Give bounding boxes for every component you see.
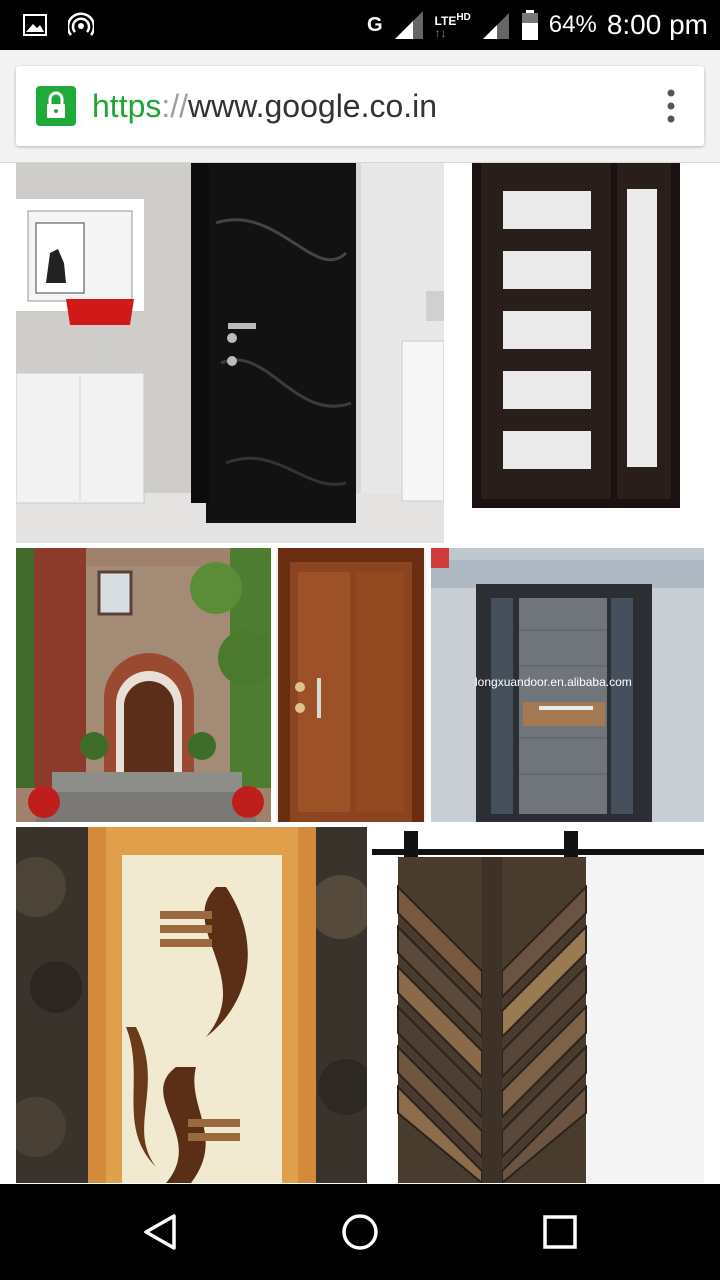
image-results-grid: longxuandoor.en.alibaba.com (0, 163, 720, 1183)
home-icon[interactable] (336, 1208, 384, 1256)
image-result[interactable] (445, 163, 704, 543)
image-notification-icon (23, 14, 47, 36)
door-image (16, 827, 367, 1183)
network-type: G (366, 13, 383, 36)
image-result[interactable] (372, 827, 704, 1183)
door-image: longxuandoor.en.alibaba.com (431, 548, 704, 822)
battery-percent: 64% (548, 11, 597, 38)
image-result[interactable]: longxuandoor.en.alibaba.com (431, 548, 704, 822)
lock-icon[interactable] (36, 86, 76, 126)
battery-icon (521, 10, 538, 40)
door-image (16, 548, 271, 822)
back-icon[interactable] (136, 1208, 184, 1256)
navigation-bar (0, 1184, 720, 1280)
image-result[interactable] (16, 827, 367, 1183)
url-bar[interactable]: https://www.google.co.in (16, 66, 704, 146)
door-image (445, 163, 704, 543)
image-result[interactable] (16, 548, 271, 822)
signal-icon-2 (482, 13, 509, 39)
url-scheme: https (92, 88, 162, 124)
image-result[interactable] (276, 548, 426, 822)
url-host: www.google.co.in (188, 88, 438, 124)
door-image (16, 163, 444, 543)
status-bar: G LTEHD ↑↓ 64% 8:00 pm (0, 0, 720, 50)
watermark-text: longxuandoor.en.alibaba.com (475, 675, 632, 689)
url-text[interactable]: https://www.google.co.in (92, 84, 437, 128)
door-image (372, 827, 704, 1183)
url-separator: :// (161, 88, 189, 124)
door-image (276, 548, 426, 822)
browser-toolbar: https://www.google.co.in (0, 50, 720, 163)
overflow-menu-icon[interactable] (666, 88, 676, 124)
lte-label: LTEHD (434, 11, 471, 28)
signal-icon (394, 11, 423, 39)
clock: 8:00 pm (606, 9, 708, 40)
image-result[interactable] (16, 163, 444, 543)
hotspot-icon (68, 12, 94, 36)
recents-icon[interactable] (536, 1208, 584, 1256)
